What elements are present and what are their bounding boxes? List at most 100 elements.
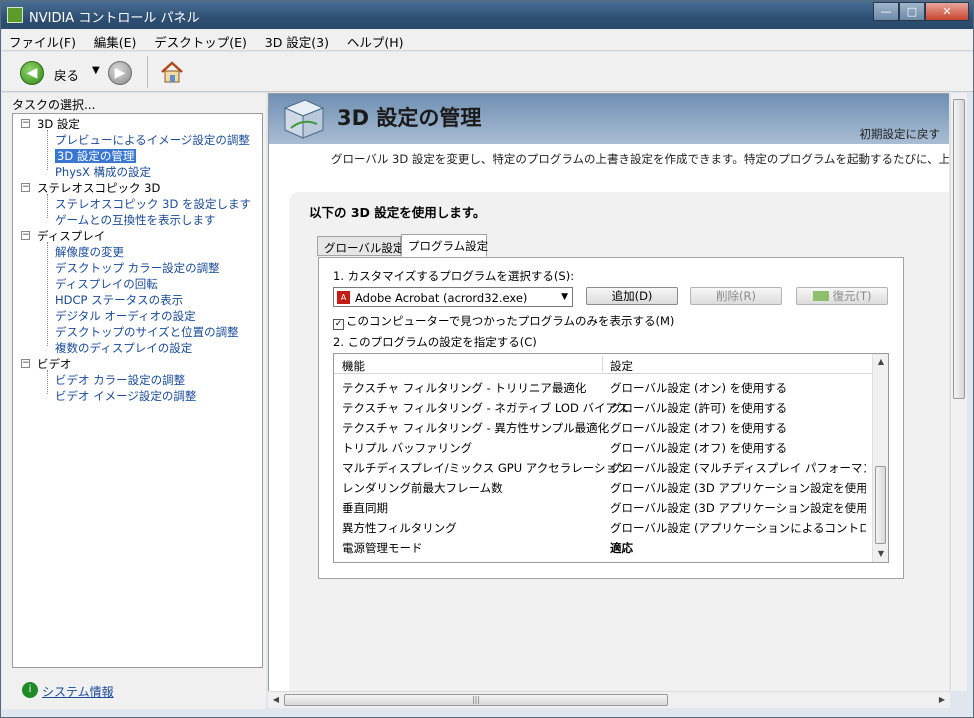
tree-line — [47, 130, 48, 170]
grid-cell-feature: レンダリング前最大フレーム数 — [342, 481, 503, 495]
grid-cell-setting[interactable]: グローバル設定 (許可) を使用する — [610, 400, 866, 416]
add-program-button[interactable]: 追加(D) — [586, 287, 678, 305]
nvidia-app-icon — [7, 7, 23, 23]
collapse-video-icon[interactable]: − — [21, 359, 30, 368]
collapse-display-icon[interactable]: − — [21, 231, 30, 240]
tree-category-stereo[interactable]: ステレオスコピック 3D — [37, 180, 160, 196]
grid-header: 機能 設定 — [334, 354, 873, 374]
grid-cell-setting[interactable]: グローバル設定 (オフ) を使用する — [610, 440, 866, 456]
tree-item-multi-display[interactable]: 複数のディスプレイの設定 — [55, 340, 192, 356]
grid-cell-feature: マルチディスプレイ/ミックス GPU アクセラレーション — [342, 461, 629, 475]
tree-item-digital-audio[interactable]: デジタル オーディオの設定 — [55, 308, 196, 324]
tree-line — [47, 370, 48, 394]
grid-cell-feature: テクスチャ フィルタリング - トリリニア最適化 — [342, 381, 587, 395]
grid-scroll-thumb[interactable] — [875, 466, 886, 544]
scroll-right-icon[interactable]: ▶ — [934, 692, 950, 708]
minimize-button[interactable]: — — [873, 2, 899, 21]
grid-cell-setting[interactable]: グローバル設定 (3D アプリケーション設定を使用す... — [610, 500, 866, 516]
back-label[interactable]: 戻る — [54, 65, 79, 84]
tree-line — [47, 194, 48, 218]
tree-item-hdcp-status[interactable]: HDCP ステータスの表示 — [55, 292, 183, 308]
menu-edit[interactable]: 編集(E) — [87, 29, 144, 51]
select-program-label: 1. カスタマイズするプログラムを選択する(S): — [333, 269, 575, 283]
tree-item-resolution[interactable]: 解像度の変更 — [55, 244, 124, 260]
forward-arrow-icon[interactable]: ▶ — [108, 61, 132, 85]
tree-item-physx[interactable]: PhysX 構成の設定 — [55, 164, 151, 180]
system-info-link[interactable]: システム情報 — [42, 683, 114, 700]
content-scroll-thumb[interactable] — [953, 99, 965, 399]
menu-desktop[interactable]: デスクトップ(E) — [147, 29, 254, 51]
scroll-down-icon[interactable]: ▼ — [873, 546, 889, 562]
nvidia-control-panel-window: NVIDIA コントロール パネル — □ ✕ ファイル(F) 編集(E) デス… — [0, 0, 974, 718]
maximize-button[interactable]: □ — [899, 2, 925, 21]
collapse-stereo-icon[interactable]: − — [21, 183, 30, 192]
horizontal-scroll-thumb[interactable]: ||| — [284, 694, 668, 706]
grid-row[interactable]: テクスチャ フィルタリング - 異方性サンプル最適化 グローバル設定 (オフ) を… — [334, 417, 873, 437]
grid-row[interactable]: マルチディスプレイ/ミックス GPU アクセラレーション グローバル設定 (マルチ… — [334, 457, 873, 477]
scroll-left-icon[interactable]: ◀ — [268, 692, 284, 708]
grid-cell-feature: 電源管理モード — [342, 541, 423, 555]
tree-item-rotate-display[interactable]: ディスプレイの回転 — [55, 276, 158, 292]
tree-item-game-compat[interactable]: ゲームとの互換性を表示します — [55, 212, 216, 228]
grid-vertical-scrollbar[interactable]: ▲ ▼ — [872, 354, 888, 562]
tree-item-video-color[interactable]: ビデオ カラー設定の調整 — [55, 372, 185, 388]
checkbox-checked-icon: ✓ — [333, 319, 344, 330]
collapse-3d-icon[interactable]: − — [21, 119, 30, 128]
program-select[interactable]: A Adobe Acrobat (acrord32.exe) ▼ — [333, 287, 573, 307]
grid-cell-setting[interactable]: グローバル設定 (マルチディスプレイ パフォーマンス モ... — [610, 460, 866, 476]
remove-program-button[interactable]: 削除(R) — [690, 287, 782, 305]
tree-item-preview[interactable]: プレビューによるイメージ設定の調整 — [55, 132, 250, 148]
menu-file[interactable]: ファイル(F) — [2, 29, 83, 51]
restore-defaults-link[interactable]: 初期設定に戻す — [860, 126, 941, 142]
grid-cell-setting[interactable]: グローバル設定 (アプリケーションによるコントロール) ... — [610, 520, 866, 536]
grid-cell-setting[interactable]: グローバル設定 (オフ) を使用する — [610, 420, 866, 436]
scroll-up-icon[interactable]: ▲ — [873, 354, 889, 370]
show-found-programs-label: このコンピューターで見つかったプログラムのみを表示する(M) — [346, 314, 675, 328]
toolbar-separator — [147, 56, 148, 88]
grid-row[interactable]: トリプル バッファリング グローバル設定 (オフ) を使用する — [334, 437, 873, 457]
toolbar: ◀ 戻る ▼ ▶ — [2, 52, 973, 92]
grid-header-feature[interactable]: 機能 — [342, 358, 365, 374]
tree-category-video[interactable]: ビデオ — [37, 356, 72, 372]
grid-row[interactable]: 異方性フィルタリング グローバル設定 (アプリケーションによるコントロール) ..… — [334, 517, 873, 537]
back-arrow-icon[interactable]: ◀ — [20, 61, 44, 85]
show-found-programs-checkbox[interactable]: ✓ このコンピューターで見つかったプログラムのみを表示する(M) — [333, 313, 674, 330]
tree-item-setup-stereo[interactable]: ステレオスコピック 3D を設定します — [55, 196, 251, 212]
3d-settings-icon — [283, 99, 325, 139]
menu-3d-settings[interactable]: 3D 設定(3) — [258, 29, 336, 51]
system-info-icon[interactable]: i — [22, 682, 38, 698]
title-bar[interactable]: NVIDIA コントロール パネル — □ ✕ — [1, 1, 973, 29]
task-pane-header: タスクの選択... — [12, 98, 96, 112]
grid-header-divider — [602, 356, 603, 372]
grid-cell-setting[interactable]: 適応 — [610, 540, 866, 556]
tree-line — [47, 242, 48, 346]
task-tree: − 3D 設定 プレビューによるイメージ設定の調整 3D 設定の管理 PhysX… — [12, 113, 263, 668]
tree-category-3d[interactable]: 3D 設定 — [37, 116, 80, 132]
tab-program-settings[interactable]: プログラム設定 — [401, 234, 488, 257]
content-horizontal-scrollbar[interactable]: ◀ ||| ▶ — [268, 691, 950, 708]
grid-row[interactable]: テクスチャ フィルタリング - ネガティブ LOD バイアス グローバル設定 (許… — [334, 397, 873, 417]
content-vertical-scrollbar[interactable] — [950, 93, 967, 691]
tree-item-desktop-size[interactable]: デスクトップのサイズと位置の調整 — [55, 324, 239, 340]
tree-item-video-image[interactable]: ビデオ イメージ設定の調整 — [55, 388, 196, 404]
grid-row[interactable]: 垂直同期 グローバル設定 (3D アプリケーション設定を使用す... — [334, 497, 873, 517]
grid-cell-feature: 垂直同期 — [342, 501, 388, 515]
tab-global-settings[interactable]: グローバル設定 — [317, 236, 404, 256]
grid-header-setting[interactable]: 設定 — [610, 358, 633, 374]
grid-row[interactable]: レンダリング前最大フレーム数 グローバル設定 (3D アプリケーション設定を使用す… — [334, 477, 873, 497]
home-icon[interactable] — [159, 59, 185, 85]
grid-cell-setting[interactable]: グローバル設定 (オン) を使用する — [610, 380, 866, 396]
tree-item-desktop-color[interactable]: デスクトップ カラー設定の調整 — [55, 260, 220, 276]
grid-row[interactable]: 電源管理モード 適応 — [334, 537, 873, 557]
content-pane: 3D 設定の管理 初期設定に戻す グローバル 3D 設定を変更し、特定のプログラ… — [268, 93, 949, 691]
grid-cell-setting[interactable]: グローバル設定 (3D アプリケーション設定を使用す... — [610, 480, 866, 496]
close-button[interactable]: ✕ — [925, 2, 969, 21]
back-history-dropdown-icon[interactable]: ▼ — [92, 65, 100, 76]
tree-item-manage-3d[interactable]: 3D 設定の管理 — [55, 148, 137, 164]
menu-help[interactable]: ヘルプ(H) — [340, 29, 411, 51]
program-settings-grid: 機能 設定 テクスチャ フィルタリング - トリリニア最適化グローバル設定 (オ… — [333, 353, 889, 563]
grid-row[interactable]: テクスチャ フィルタリング - トリリニア最適化 グローバル設定 (オン) を使用… — [334, 377, 873, 397]
restore-program-button[interactable]: 復元(T) — [796, 287, 888, 305]
grid-cell-feature: トリプル バッファリング — [342, 441, 473, 455]
task-pane: タスクの選択... − 3D 設定 プレビューによるイメージ設定の調整 3D 設… — [2, 93, 266, 709]
